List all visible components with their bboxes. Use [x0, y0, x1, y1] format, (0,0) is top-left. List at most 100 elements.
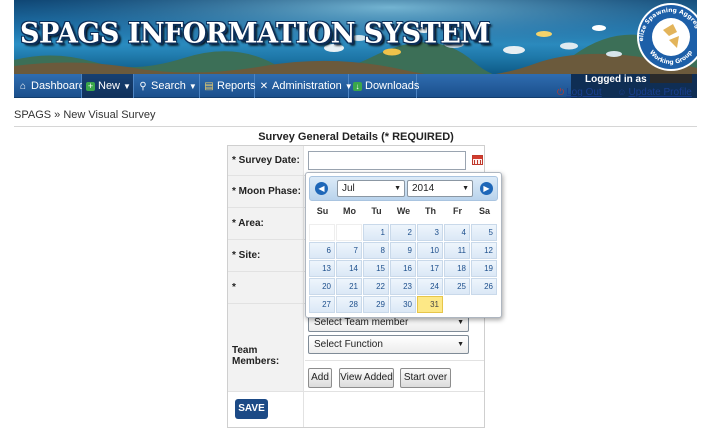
- calendar-day[interactable]: 8: [363, 242, 389, 259]
- nav-downloads-label: Downloads: [365, 80, 420, 92]
- form-title: Survey General Details (* REQUIRED): [258, 131, 454, 143]
- organization-label: * Organization:: [228, 272, 304, 325]
- logged-in-label: Logged in as: [585, 74, 647, 85]
- calendar-day[interactable]: 20: [309, 278, 335, 295]
- area-label: * Area:: [228, 208, 304, 239]
- site-label: * Site:: [228, 240, 304, 271]
- calendar-day[interactable]: 4: [444, 224, 470, 241]
- breadcrumb-root[interactable]: SPAGS: [14, 109, 51, 121]
- nav-downloads[interactable]: ↓ Downloads: [349, 74, 420, 98]
- calendar-day[interactable]: 3: [417, 224, 443, 241]
- calendar-day[interactable]: 11: [444, 242, 470, 259]
- survey-date-input[interactable]: [308, 151, 466, 170]
- nav-administration-label: Administration: [272, 80, 342, 92]
- calendar-day-highlighted[interactable]: 31: [417, 296, 443, 313]
- working-group-logo: Belize Spawning Aggregation Working Grou…: [633, 2, 697, 71]
- divider: [14, 126, 697, 127]
- report-icon: ▤: [204, 81, 214, 92]
- empty-day-cell: [336, 224, 362, 241]
- calendar-day[interactable]: 6: [309, 242, 335, 259]
- weekday-header: Su: [316, 206, 329, 216]
- survey-date-label: * Survey Date:: [228, 146, 304, 175]
- tools-icon: ✕: [259, 81, 269, 92]
- month-select[interactable]: Jul ▼: [337, 180, 405, 197]
- calendar-day[interactable]: 7: [336, 242, 362, 259]
- calendar-day[interactable]: 26: [471, 278, 497, 295]
- breadcrumb-separator: »: [54, 109, 61, 121]
- weekday-header: We: [396, 206, 411, 216]
- datepicker-header: ◀ Jul ▼ 2014 ▼ ▶: [309, 176, 498, 201]
- update-profile-link[interactable]: Update Profile: [628, 87, 691, 98]
- calendar-day[interactable]: 21: [336, 278, 362, 295]
- nav-new[interactable]: + New ▼: [82, 74, 134, 98]
- divider: [305, 360, 484, 361]
- month-select-value: Jul: [342, 183, 355, 194]
- weekday-header: Tu: [371, 206, 382, 216]
- calendar-day[interactable]: 13: [309, 260, 335, 277]
- nav-dashboard[interactable]: ⌂ Dashboard: [14, 74, 85, 98]
- nav-new-label: New: [98, 80, 121, 92]
- plus-icon: +: [86, 81, 95, 91]
- caret-down-icon: ▼: [123, 82, 131, 91]
- empty-day-cell: [309, 224, 335, 241]
- chevron-down-icon: ▼: [462, 185, 469, 192]
- calendar-day[interactable]: 5: [471, 224, 497, 241]
- calendar-day[interactable]: 2: [390, 224, 416, 241]
- breadcrumb-current: New Visual Survey: [63, 109, 156, 121]
- nav-reports[interactable]: ▤ Reports: [200, 74, 256, 98]
- chevron-down-icon: ▼: [394, 185, 401, 192]
- calendar-day[interactable]: 30: [390, 296, 416, 313]
- user-icon: ☺: [617, 87, 627, 97]
- save-row: SAVE: [228, 392, 484, 427]
- calendar-day[interactable]: 10: [417, 242, 443, 259]
- weekday-header: Mo: [343, 206, 356, 216]
- calendar-day[interactable]: 23: [390, 278, 416, 295]
- calendar-day[interactable]: 14: [336, 260, 362, 277]
- calendar-day[interactable]: 15: [363, 260, 389, 277]
- calendar-day[interactable]: 9: [390, 242, 416, 259]
- view-added-button[interactable]: View Added: [339, 368, 394, 388]
- calendar-day[interactable]: 28: [336, 296, 362, 313]
- calendar-day[interactable]: 16: [390, 260, 416, 277]
- home-icon: ⌂: [19, 81, 27, 92]
- calendar-day[interactable]: 24: [417, 278, 443, 295]
- calendar-day[interactable]: 19: [471, 260, 497, 277]
- chevron-left-icon[interactable]: ◀: [315, 182, 328, 195]
- power-icon: ⏻: [557, 87, 565, 97]
- team-members-label: Team Members:: [228, 304, 304, 391]
- redacted-username: [649, 74, 692, 83]
- save-button[interactable]: SAVE: [235, 399, 268, 419]
- calendar-day[interactable]: 12: [471, 242, 497, 259]
- team-member-select-value: Select Team member: [314, 317, 409, 328]
- weekday-header: Fr: [453, 206, 462, 216]
- calendar-day[interactable]: 17: [417, 260, 443, 277]
- save-cell: SAVE: [228, 392, 304, 427]
- calendar-day[interactable]: 29: [363, 296, 389, 313]
- chevron-down-icon: ▼: [457, 341, 464, 348]
- moon-phase-label: * Moon Phase:: [228, 176, 304, 207]
- calendar-day[interactable]: 1: [363, 224, 389, 241]
- nav-search-label: Search: [151, 80, 186, 92]
- year-select[interactable]: 2014 ▼: [407, 180, 473, 197]
- add-button[interactable]: Add: [308, 368, 332, 388]
- calendar-day[interactable]: 18: [444, 260, 470, 277]
- app-title: SPAGS INFORMATION SYSTEM: [20, 17, 490, 50]
- header-banner: SPAGS INFORMATION SYSTEM Belize Spawning…: [14, 0, 697, 74]
- breadcrumb: SPAGS » New Visual Survey: [14, 109, 155, 121]
- calendar-day[interactable]: 22: [363, 278, 389, 295]
- start-over-button[interactable]: Start over: [400, 368, 451, 388]
- calendar-icon[interactable]: [472, 155, 483, 165]
- function-select[interactable]: Select Function ▼: [308, 335, 469, 354]
- calendar-day[interactable]: 27: [309, 296, 335, 313]
- nav-search[interactable]: ⚲ Search ▼: [134, 74, 200, 98]
- calendar-day[interactable]: 25: [444, 278, 470, 295]
- nav-reports-label: Reports: [217, 80, 256, 92]
- weekday-header: Th: [425, 206, 436, 216]
- logout-link[interactable]: Log Out: [566, 87, 602, 98]
- nav-dashboard-label: Dashboard: [31, 80, 85, 92]
- year-select-value: 2014: [412, 183, 435, 194]
- datepicker-popup: ◀ Jul ▼ 2014 ▼ ▶ Su Mo Tu We Th Fr Sa 1 2 3 4 5 6 7 8 9 10…: [305, 172, 502, 318]
- chevron-right-icon[interactable]: ▶: [480, 182, 493, 195]
- search-icon: ⚲: [139, 81, 147, 92]
- nav-administration[interactable]: ✕ Administration ▼: [255, 74, 353, 98]
